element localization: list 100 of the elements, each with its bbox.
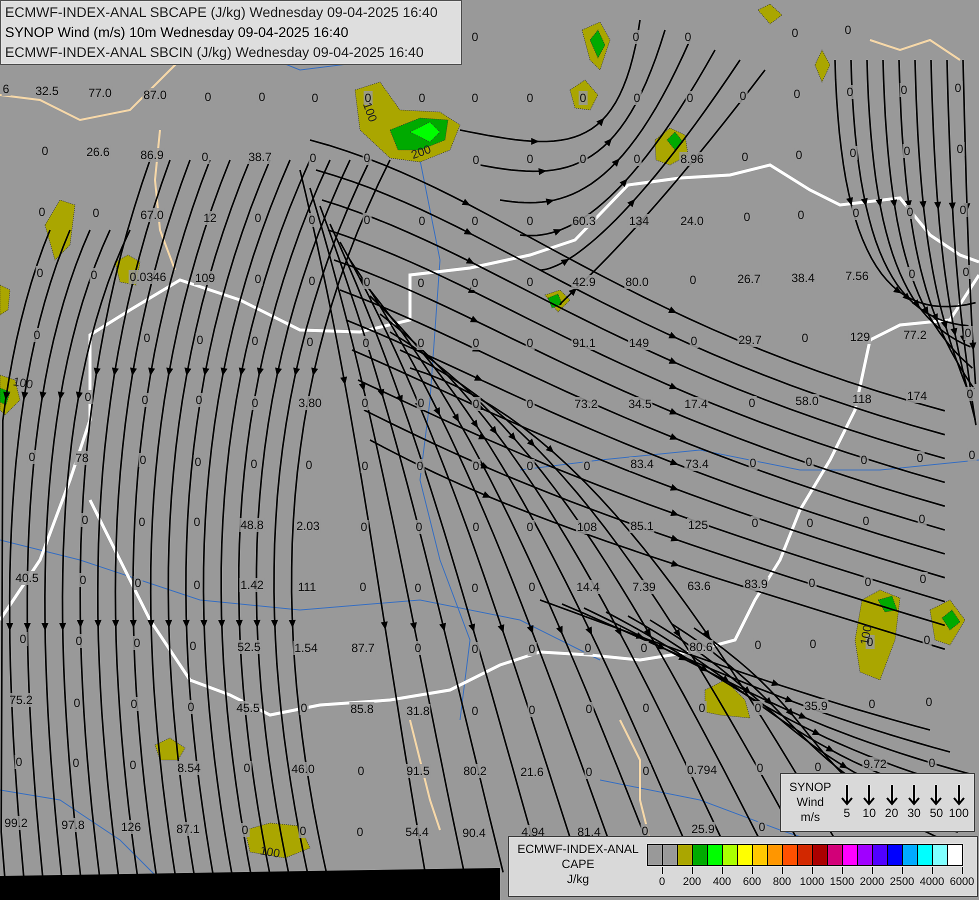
value-label: 0 xyxy=(632,30,640,44)
tick-label: 6000 xyxy=(950,876,974,888)
value-label: 8.54 xyxy=(176,761,202,775)
value-label: 0 xyxy=(578,91,588,105)
cape-area xyxy=(942,610,960,630)
value-label: 54.4 xyxy=(404,825,430,839)
value-label: 0 xyxy=(414,520,424,534)
legend-title: Wind xyxy=(796,795,824,810)
value-label: 0 xyxy=(142,331,152,345)
value-label: 0 xyxy=(304,458,314,472)
value-label: 0 xyxy=(956,142,964,156)
value-label: 0 xyxy=(918,512,926,526)
value-label: 0 xyxy=(688,273,698,287)
value-label: 0 xyxy=(186,700,196,714)
value-label: 38.7 xyxy=(247,150,273,164)
value-label: 0 xyxy=(72,756,80,770)
cape-area xyxy=(704,680,750,718)
value-label: 0 xyxy=(900,83,908,97)
value-label: 17.4 xyxy=(683,397,709,411)
value-label: 0 xyxy=(470,214,480,228)
value-label: 8.96 xyxy=(679,152,705,166)
value-label: 85.8 xyxy=(349,702,375,716)
contour-label: 100 xyxy=(259,844,281,860)
value-label: 0 xyxy=(526,459,534,473)
value-label: 129 xyxy=(848,330,872,344)
value-label: 38.4 xyxy=(790,271,816,285)
value-label: 0 xyxy=(796,208,806,222)
value-label: 0 xyxy=(140,393,150,407)
value-label: 0 xyxy=(418,91,426,105)
value-label: 0 xyxy=(258,90,266,104)
value-label: 0 xyxy=(194,393,204,407)
value-label: 0 xyxy=(526,152,534,166)
tick-label: 0 xyxy=(658,876,666,888)
value-label: 0 xyxy=(470,30,480,44)
contour-label: 100 xyxy=(12,375,34,391)
tick-label: 1000 xyxy=(800,876,824,888)
value-label: 0 xyxy=(584,641,592,655)
value-label: 134 xyxy=(628,214,650,228)
value-label: 108 xyxy=(576,520,598,534)
value-label: 3.80 xyxy=(297,396,323,410)
value-label: 0 xyxy=(584,702,594,716)
value-label: 0 xyxy=(242,761,252,775)
value-label: 99.2 xyxy=(3,816,29,830)
value-label: 0 xyxy=(794,148,804,162)
value-label: 0 xyxy=(906,205,914,219)
value-label: 126 xyxy=(120,820,142,834)
value-label: 83.9 xyxy=(743,577,769,591)
value-label: 0 xyxy=(862,514,870,528)
value-label: 25.9 xyxy=(690,822,716,836)
value-label: 0 xyxy=(526,275,534,289)
down-arrow-icon xyxy=(952,784,965,806)
value-label: 0 xyxy=(690,334,698,348)
speed-label: 20 xyxy=(884,806,898,821)
value-label: 0 xyxy=(806,516,814,530)
value-label: 80.6 xyxy=(688,640,714,654)
tick-label: 800 xyxy=(772,876,792,888)
value-label: 0 xyxy=(298,824,308,838)
value-label: 67.0 xyxy=(139,208,165,222)
value-label: 0 xyxy=(36,266,44,280)
value-label: 7.56 xyxy=(844,269,870,283)
value-label: 1.42 xyxy=(239,578,265,592)
value-label: 0 xyxy=(958,203,968,217)
value-label: 0 xyxy=(526,520,534,534)
value-label: 149 xyxy=(628,336,650,350)
value-label: 0 xyxy=(640,641,648,655)
value-label: 0 xyxy=(362,336,370,350)
value-label: 87.7 xyxy=(350,641,376,655)
value-label: 0 xyxy=(414,641,422,655)
value-label: 0 xyxy=(528,642,536,656)
value-label: 0 xyxy=(918,572,928,586)
value-label: 0 xyxy=(966,387,974,401)
header-line: SYNOP Wind (m/s) 10m Wednesday 09-04-2025 16:40 xyxy=(5,23,350,42)
contour-label: 200 xyxy=(410,142,432,162)
value-label: 0 xyxy=(808,637,818,651)
value-label: 0 xyxy=(582,459,592,473)
tick-label: 2000 xyxy=(860,876,884,888)
value-label: 9.72 xyxy=(862,757,888,771)
value-label: 0 xyxy=(18,632,28,646)
value-label: 73.2 xyxy=(573,397,599,411)
value-label: 0 xyxy=(310,91,320,105)
value-label: 0 xyxy=(416,396,426,410)
value-label: 60.3 xyxy=(571,214,597,228)
cape-area xyxy=(666,132,684,150)
cape-area xyxy=(590,29,606,59)
value-label: 0 xyxy=(472,153,480,167)
value-label: 29.7 xyxy=(737,333,763,347)
value-label: 0 xyxy=(908,267,916,281)
value-label: 0 xyxy=(528,580,536,594)
value-label: 0 xyxy=(362,151,372,165)
speed-label: 100 xyxy=(948,806,969,821)
value-label: 80.0 xyxy=(624,275,650,289)
value-label: 0 xyxy=(472,336,480,350)
value-label: 0 xyxy=(684,30,692,44)
value-label: 0 xyxy=(800,331,810,345)
header-line: ECMWF-INDEX-ANAL SBCAPE (J/kg) Wednesday 09-04-2025 16:40 xyxy=(5,3,439,22)
cape-area xyxy=(44,200,76,261)
down-arrow-icon xyxy=(863,784,876,806)
speed-label: 10 xyxy=(862,806,876,821)
value-label: 0 xyxy=(632,152,642,166)
value-label: 0 xyxy=(92,206,100,220)
